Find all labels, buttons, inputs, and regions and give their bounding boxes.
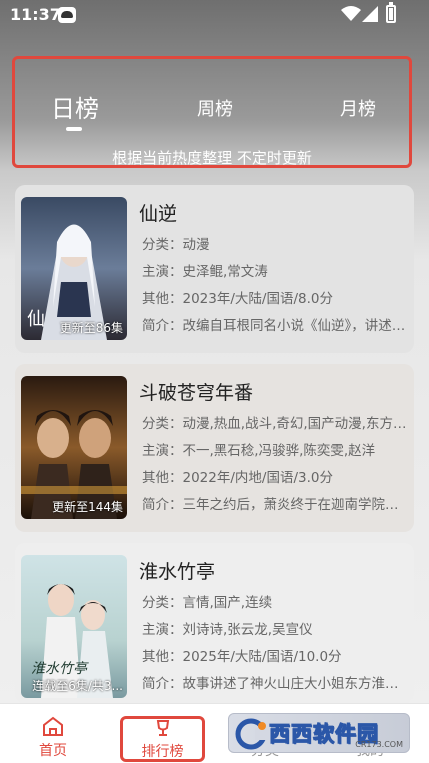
list-item[interactable]: 仙 更新至86集 仙逆 分类：动漫 主演：史泽鲲,常文涛 其他：2023年/大陆… (15, 185, 414, 353)
item-cast: 主演：史泽鲲,常文涛 (142, 264, 268, 280)
signal-icon (362, 6, 378, 22)
ranking-header: 日榜 周榜 月榜 根据当前热度整理 不定时更新 (12, 56, 412, 168)
watermark-logo-icon (235, 718, 269, 750)
item-cast: 主演：刘诗诗,张云龙,吴宣仪 (142, 622, 313, 638)
list-item[interactable]: 淮水竹亭 连载至6集/共3... 淮水竹亭 分类：言情,国产,连续 主演：刘诗诗… (15, 543, 414, 703)
tab-weekly[interactable]: 周榜 (197, 95, 233, 121)
item-category: 分类：动漫,热血,战斗,奇幻,国产动漫,东方玄幻 (142, 416, 408, 432)
episode-badge: 更新至86集 (59, 321, 123, 335)
item-intro: 简介：三年之约后，萧炎终于在迦南学院见到... (142, 497, 408, 513)
episode-badge: 连载至6集/共3... (32, 679, 123, 693)
watermark-url: CR173.COM (355, 740, 403, 749)
android-notification-icon (58, 7, 76, 23)
nav-home-label: 首页 (39, 743, 67, 759)
ranking-subtitle: 根据当前热度整理 不定时更新 (112, 149, 312, 167)
poster-title-text: 仙 (27, 309, 45, 330)
item-title: 仙逆 (139, 203, 178, 225)
item-other: 其他：2023年/大陆/国语/8.0分 (142, 291, 333, 307)
item-category: 分类：言情,国产,连续 (142, 595, 273, 611)
battery-icon (386, 2, 396, 23)
nav-home[interactable]: 首页 (18, 704, 88, 763)
item-title: 斗破苍穹年番 (139, 382, 254, 404)
poster-image[interactable]: 淮水竹亭 连载至6集/共3... (21, 555, 127, 698)
item-category: 分类：动漫 (142, 237, 210, 253)
poster-title-text: 淮水竹亭 (31, 661, 89, 677)
item-intro: 简介：故事讲述了神火山庄大小姐东方淮竹... (142, 676, 408, 692)
poster-image[interactable]: 更新至144集 (21, 376, 127, 519)
item-title: 淮水竹亭 (139, 561, 216, 583)
item-other: 其他：2025年/大陆/国语/10.0分 (142, 649, 342, 665)
item-other: 其他：2022年/内地/国语/3.0分 (142, 470, 333, 486)
tab-indicator (66, 127, 82, 131)
tab-monthly[interactable]: 月榜 (340, 95, 376, 121)
poster-image[interactable]: 仙 更新至86集 (21, 197, 127, 340)
status-time: 11:37 (10, 5, 61, 24)
status-bar: 11:37 (0, 0, 429, 30)
home-icon (43, 716, 63, 736)
tab-daily[interactable]: 日榜 (51, 89, 99, 124)
wifi-icon (341, 6, 361, 21)
item-cast: 主演：不一,黑石稔,冯骏骅,陈奕雯,赵洋 (142, 443, 376, 459)
list-item[interactable]: 更新至144集 斗破苍穹年番 分类：动漫,热血,战斗,奇幻,国产动漫,东方玄幻 … (15, 364, 414, 532)
watermark: 西西软件园 CR173.COM (228, 713, 410, 753)
item-intro: 简介：改编自耳根同名小说《仙逆》，讲述了... (142, 318, 408, 334)
nav-ranking[interactable]: 排行榜 (120, 716, 205, 762)
nav-ranking-label: 排行榜 (141, 744, 184, 760)
episode-badge: 更新至144集 (52, 500, 123, 514)
trophy-icon (156, 720, 169, 736)
